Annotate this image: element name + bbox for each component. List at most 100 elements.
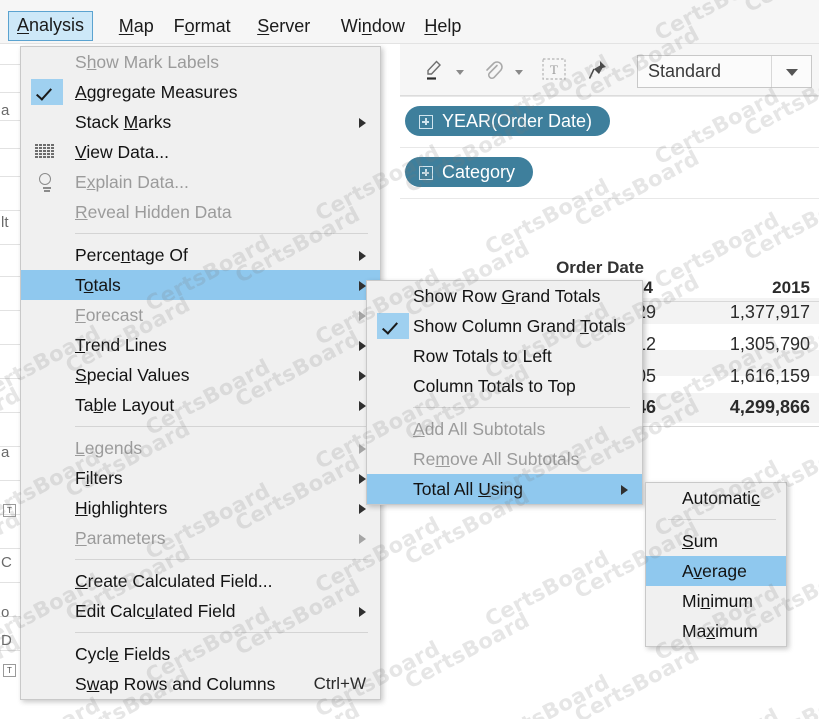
totals-menu-item-remove-all-subtotals: Remove All Subtotals: [367, 444, 642, 474]
analysis-menu-item-view-data[interactable]: View Data...: [21, 137, 380, 167]
analysis-menu-item-label: Forecast: [75, 305, 144, 325]
crosstab-column-title: Order Date: [556, 258, 644, 277]
field-label-fragment: lt: [1, 214, 9, 231]
menubar-item-label: Format: [173, 16, 231, 36]
panel-row-divider: [0, 344, 22, 345]
total-all-using-item-label: Automatic: [682, 488, 760, 508]
field-label-fragment: a: [1, 102, 10, 119]
textbox-icon[interactable]: T: [542, 58, 566, 85]
analysis-menu-item-label: Create Calculated Field...: [75, 571, 273, 591]
totals-menu-item-show-column-grand-totals[interactable]: Show Column Grand Totals: [367, 311, 642, 341]
total-all-using-item-label: Average: [682, 561, 747, 581]
svg-text:T: T: [550, 62, 558, 77]
analysis-menu: Show Mark Labels Aggregate Measures Stack …: [20, 46, 381, 700]
total-all-using-item-label: Sum: [682, 531, 718, 551]
totals-menu-item-label: Show Column Grand Totals: [413, 316, 626, 336]
analysis-menu-item-forecast: Forecast: [21, 300, 380, 330]
field-label-fragment: a: [1, 444, 10, 461]
cell-value-2: 1,305,790: [729, 334, 810, 354]
analysis-menu-item-swap-rows-and-columns[interactable]: Swap Rows and Columns Ctrl+W: [21, 669, 380, 699]
highlighter-caret-icon[interactable]: [456, 70, 464, 75]
analysis-menu-item-label: Legends: [75, 438, 143, 458]
menubar-item-window[interactable]: Window: [333, 13, 413, 41]
analysis-menu-item-edit-calculated-field[interactable]: Edit Calculated Field: [21, 596, 380, 626]
analysis-menu-item-label: Percentage Of: [75, 245, 188, 265]
analysis-menu-item-label: Table Layout: [75, 395, 175, 415]
menubar-item-server[interactable]: Server: [249, 13, 318, 41]
panel-row-divider: [0, 210, 22, 211]
submenu-arrow-icon: [359, 281, 366, 291]
lightbulb-icon: [35, 173, 59, 192]
totals-menu-item-label: Show Row Grand Totals: [413, 286, 601, 306]
shelf-divider: [400, 198, 819, 199]
totals-menu-item-total-all-using[interactable]: Total All Using: [367, 474, 642, 504]
pill-year-order-date[interactable]: YEAR(Order Date): [405, 106, 611, 136]
total-all-using-item-automatic[interactable]: Automatic: [646, 483, 786, 513]
shelf-divider: [400, 96, 819, 97]
check-icon: [377, 313, 409, 339]
panel-row-divider: [0, 650, 22, 651]
menubar-item-format[interactable]: Format: [166, 13, 239, 41]
totals-menu-item-column-totals-to-top[interactable]: Column Totals to Top: [367, 371, 642, 401]
menubar-item-label: Server: [257, 16, 311, 36]
totals-menu-item-show-row-grand-totals[interactable]: Show Row Grand Totals: [367, 281, 642, 311]
paperclip-caret-icon[interactable]: [515, 70, 523, 75]
expand-plus-icon[interactable]: [419, 166, 433, 180]
analysis-menu-item-aggregate-measures[interactable]: Aggregate Measures: [21, 77, 380, 107]
menu-separator: [75, 559, 368, 560]
menubar-item-label: Window: [340, 16, 405, 36]
highlighter-icon[interactable]: [422, 58, 448, 89]
pill-label: Category: [442, 162, 516, 182]
menubar-item-help[interactable]: Help: [416, 13, 469, 41]
panel-row-divider: [0, 378, 22, 379]
menubar-item-map[interactable]: Map: [111, 13, 162, 41]
analysis-menu-item-label: Trend Lines: [75, 335, 167, 355]
pill-label: YEAR(Order Date): [442, 111, 593, 131]
menu-separator: [75, 426, 368, 427]
menubar-item-analysis[interactable]: Analysis: [8, 11, 94, 41]
analysis-menu-item-totals[interactable]: Totals: [21, 270, 380, 300]
analysis-menu-item-stack-marks[interactable]: Stack Marks: [21, 107, 380, 137]
menu-shortcut: Ctrl+W: [313, 674, 366, 693]
analysis-menu-item-highlighters[interactable]: Highlighters: [21, 493, 380, 523]
panel-row-divider: [0, 582, 22, 583]
paperclip-icon[interactable]: [480, 58, 506, 89]
grid-icon: [35, 143, 59, 161]
total-all-using-item-average[interactable]: Average: [646, 556, 786, 586]
total-all-using-item-minimum[interactable]: Minimum: [646, 586, 786, 616]
submenu-arrow-icon: [359, 474, 366, 484]
analysis-menu-item-percentage-of[interactable]: Percentage Of: [21, 240, 380, 270]
cell-value-3: 1,616,159: [729, 366, 810, 386]
panel-row-divider: [0, 276, 22, 277]
analysis-menu-item-label: View Data...: [75, 142, 170, 162]
panel-row-divider: [0, 548, 22, 549]
panel-row-divider: [0, 64, 22, 65]
submenu-arrow-icon: [359, 118, 366, 128]
total-all-using-item-label: Maximum: [682, 621, 758, 641]
analysis-menu-item-trend-lines[interactable]: Trend Lines: [21, 330, 380, 360]
fit-select[interactable]: Standard: [637, 55, 812, 88]
expand-plus-icon[interactable]: [419, 115, 433, 129]
analysis-menu-item-special-values[interactable]: Special Values: [21, 360, 380, 390]
totals-menu-item-row-totals-to-left[interactable]: Row Totals to Left: [367, 341, 642, 371]
menu-bar: Analysis Map Format Server Window Help: [0, 0, 819, 44]
total-all-using-item-maximum[interactable]: Maximum: [646, 616, 786, 646]
menu-separator: [75, 632, 368, 633]
analysis-menu-item-legends: Legends: [21, 433, 380, 463]
analysis-menu-item-filters[interactable]: Filters: [21, 463, 380, 493]
total-rule: [622, 426, 819, 427]
chevron-down-icon[interactable]: [771, 56, 811, 87]
analysis-menu-item-table-layout[interactable]: Table Layout: [21, 390, 380, 420]
pin-icon[interactable]: [586, 58, 610, 87]
analysis-menu-item-label: Show Mark Labels: [75, 52, 219, 72]
totals-menu-item-label: Remove All Subtotals: [413, 449, 580, 469]
total-all-using-submenu: Automatic Sum Average Minimum Maximum: [645, 482, 787, 647]
pill-category[interactable]: Category: [405, 157, 534, 187]
analysis-menu-item-label: Explain Data...: [75, 172, 189, 192]
analysis-menu-item-create-calculated-field[interactable]: Create Calculated Field...: [21, 566, 380, 596]
total-all-using-item-sum[interactable]: Sum: [646, 526, 786, 556]
analysis-menu-item-cycle-fields[interactable]: Cycle Fields: [21, 639, 380, 669]
analysis-menu-item-label: Highlighters: [75, 498, 168, 518]
submenu-arrow-icon: [359, 251, 366, 261]
check-icon: [31, 79, 63, 105]
